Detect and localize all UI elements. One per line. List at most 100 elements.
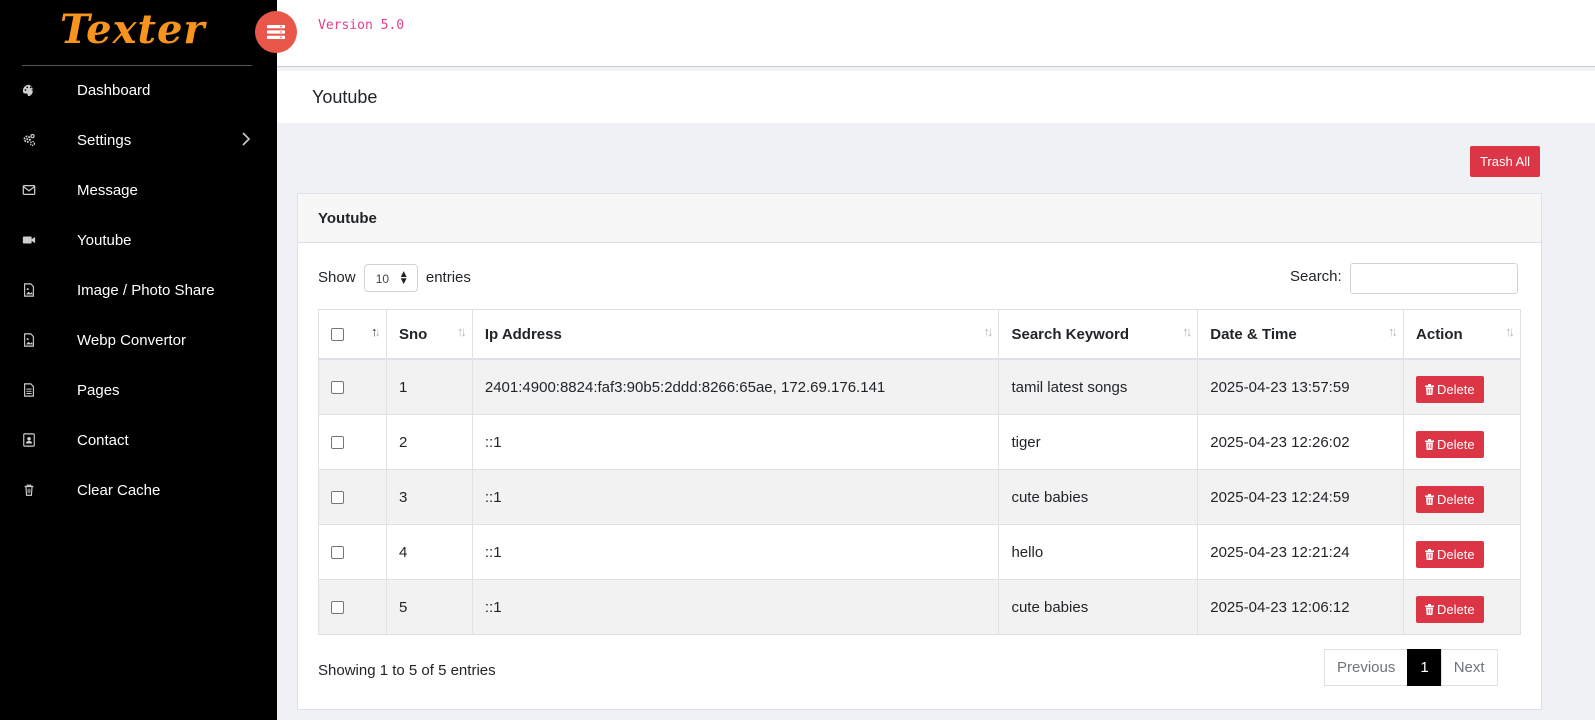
action-cell: Delete bbox=[1403, 358, 1521, 415]
trash-all-button[interactable]: Trash All bbox=[1470, 146, 1540, 177]
trash-icon bbox=[1425, 383, 1435, 395]
delete-button[interactable]: Delete bbox=[1416, 485, 1484, 513]
page-length-value: 10 bbox=[375, 272, 390, 286]
sno-cell: 2 bbox=[385, 414, 473, 470]
sidebar-item-label: Image / Photo Share bbox=[77, 282, 215, 299]
delete-button[interactable]: Delete bbox=[1416, 540, 1484, 568]
cogs-icon bbox=[22, 133, 36, 147]
document-icon bbox=[22, 383, 36, 397]
page-1-button[interactable]: 1 bbox=[1407, 649, 1442, 686]
sidebar-item-message[interactable]: Message bbox=[0, 166, 277, 216]
column-label: Ip Address bbox=[484, 325, 562, 343]
row-select-cell bbox=[318, 358, 387, 415]
image-file-icon bbox=[22, 333, 36, 347]
date-time-cell: 2025-04-23 12:21:24 bbox=[1197, 524, 1405, 580]
table-row: 2 ::1 tiger 2025-04-23 12:26:02 Delete bbox=[318, 414, 1521, 470]
ip-address-cell: ::1 bbox=[471, 414, 1000, 470]
select-all-checkbox[interactable] bbox=[331, 328, 344, 342]
show-label: Show bbox=[318, 268, 356, 286]
row-checkbox[interactable] bbox=[331, 546, 344, 560]
action-cell: Delete bbox=[1403, 579, 1521, 635]
page-length-control: Show 10 ▲ ▼ entries bbox=[318, 264, 471, 292]
page-length-select[interactable]: 10 ▲ ▼ bbox=[363, 264, 418, 292]
action-cell: Delete bbox=[1403, 414, 1521, 470]
sidebar-item-clear-cache[interactable]: Clear Cache bbox=[0, 466, 277, 516]
column-header-sno[interactable]: Sno ↑↓ bbox=[385, 309, 473, 360]
sidebar-item-webp-convertor[interactable]: Webp Convertor bbox=[0, 316, 277, 366]
action-cell: Delete bbox=[1403, 524, 1521, 580]
sidebar-item-label: Settings bbox=[77, 132, 132, 149]
delete-button[interactable]: Delete bbox=[1416, 595, 1484, 623]
column-header-search-keyword[interactable]: Search Keyword ↑↓ bbox=[998, 309, 1199, 360]
sort-icon: ↑↓ bbox=[983, 324, 993, 339]
sidebar-item-youtube[interactable]: Youtube bbox=[0, 216, 277, 266]
next-page-button[interactable]: Next bbox=[1440, 649, 1498, 686]
column-header-ip-address[interactable]: Ip Address ↑↓ bbox=[471, 309, 1000, 360]
sidebar-toggle-button[interactable] bbox=[255, 11, 297, 53]
table-row: 3 ::1 cute babies 2025-04-23 12:24:59 De… bbox=[318, 469, 1521, 525]
sidebar-item-contact[interactable]: Contact bbox=[0, 416, 277, 466]
sidebar-item-label: Webp Convertor bbox=[77, 332, 186, 349]
chevron-right-icon bbox=[241, 132, 251, 146]
column-header-action[interactable]: Action ↑↓ bbox=[1403, 309, 1521, 360]
search-keyword-cell: tamil latest songs bbox=[998, 358, 1199, 415]
table-row: 4 ::1 hello 2025-04-23 12:21:24 Delete bbox=[318, 524, 1521, 580]
sort-icon: ↑↓ bbox=[456, 324, 467, 339]
table-row: 5 ::1 cute babies 2025-04-23 12:06:12 De… bbox=[318, 579, 1521, 635]
row-checkbox[interactable] bbox=[331, 491, 344, 505]
page-title: Youtube bbox=[312, 87, 378, 107]
row-checkbox[interactable] bbox=[331, 601, 344, 615]
row-select-cell bbox=[318, 469, 387, 525]
logo[interactable]: Texter bbox=[60, 6, 205, 53]
sidebar-item-label: Clear Cache bbox=[77, 482, 161, 499]
sidebar-item-label: Pages bbox=[77, 382, 120, 399]
previous-page-button[interactable]: Previous bbox=[1324, 649, 1409, 686]
version-label: Version 5.0 bbox=[318, 18, 405, 33]
row-select-cell bbox=[318, 524, 387, 580]
sidebar-nav: Dashboard Settings Message Youtube Image… bbox=[0, 66, 277, 516]
pagination: Previous 1 Next bbox=[1324, 649, 1498, 686]
row-checkbox[interactable] bbox=[331, 436, 344, 450]
trash-icon bbox=[1425, 548, 1435, 560]
card-header: Youtube bbox=[298, 194, 1541, 243]
sidebar-item-label: Youtube bbox=[77, 232, 132, 249]
delete-button[interactable]: Delete bbox=[1416, 375, 1484, 403]
entries-label: entries bbox=[425, 268, 471, 286]
video-camera-icon bbox=[22, 233, 36, 247]
delete-label: Delete bbox=[1437, 546, 1475, 562]
sidebar: Texter Dashboard Settings Message Youtub… bbox=[0, 0, 277, 720]
palette-icon bbox=[22, 83, 36, 97]
sort-icon: ↑↓ bbox=[1182, 324, 1192, 339]
row-checkbox[interactable] bbox=[331, 381, 344, 395]
contact-card-icon bbox=[22, 433, 36, 447]
search-keyword-cell: cute babies bbox=[998, 469, 1199, 525]
trash-icon bbox=[1425, 438, 1435, 450]
select-all-header[interactable]: ↑↓ bbox=[318, 309, 387, 360]
delete-label: Delete bbox=[1437, 436, 1475, 452]
sidebar-item-image-photo-share[interactable]: Image / Photo Share bbox=[0, 266, 277, 316]
select-caret-icon: ▲ ▼ bbox=[398, 269, 409, 287]
sno-cell: 1 bbox=[385, 358, 473, 415]
date-time-cell: 2025-04-23 12:26:02 bbox=[1197, 414, 1405, 470]
column-label: Action bbox=[1416, 325, 1463, 343]
trash-icon bbox=[1425, 493, 1435, 505]
sidebar-item-dashboard[interactable]: Dashboard bbox=[0, 66, 277, 116]
delete-label: Delete bbox=[1437, 491, 1475, 507]
search-keyword-cell: hello bbox=[998, 524, 1199, 580]
action-cell: Delete bbox=[1403, 469, 1521, 525]
date-time-cell: 2025-04-23 12:24:59 bbox=[1197, 469, 1405, 525]
column-label: Date & Time bbox=[1210, 325, 1297, 343]
date-time-cell: 2025-04-23 12:06:12 bbox=[1197, 579, 1405, 635]
menu-icon bbox=[267, 25, 285, 39]
delete-button[interactable]: Delete bbox=[1416, 430, 1484, 458]
image-file-icon bbox=[22, 283, 36, 297]
table-header-row: ↑↓ Sno ↑↓ Ip Address ↑↓ Search Keyword ↑… bbox=[318, 309, 1521, 360]
sno-cell: 3 bbox=[385, 469, 473, 525]
youtube-card: Youtube Show 10 ▲ ▼ entries Search: ↑↓ Sn… bbox=[297, 193, 1542, 710]
sidebar-item-settings[interactable]: Settings bbox=[0, 116, 277, 166]
sidebar-item-pages[interactable]: Pages bbox=[0, 366, 277, 416]
ip-address-cell: ::1 bbox=[471, 469, 1000, 525]
column-header-date-time[interactable]: Date & Time ↑↓ bbox=[1197, 309, 1405, 360]
column-label: Search Keyword bbox=[1011, 325, 1130, 343]
search-input[interactable] bbox=[1350, 263, 1518, 294]
